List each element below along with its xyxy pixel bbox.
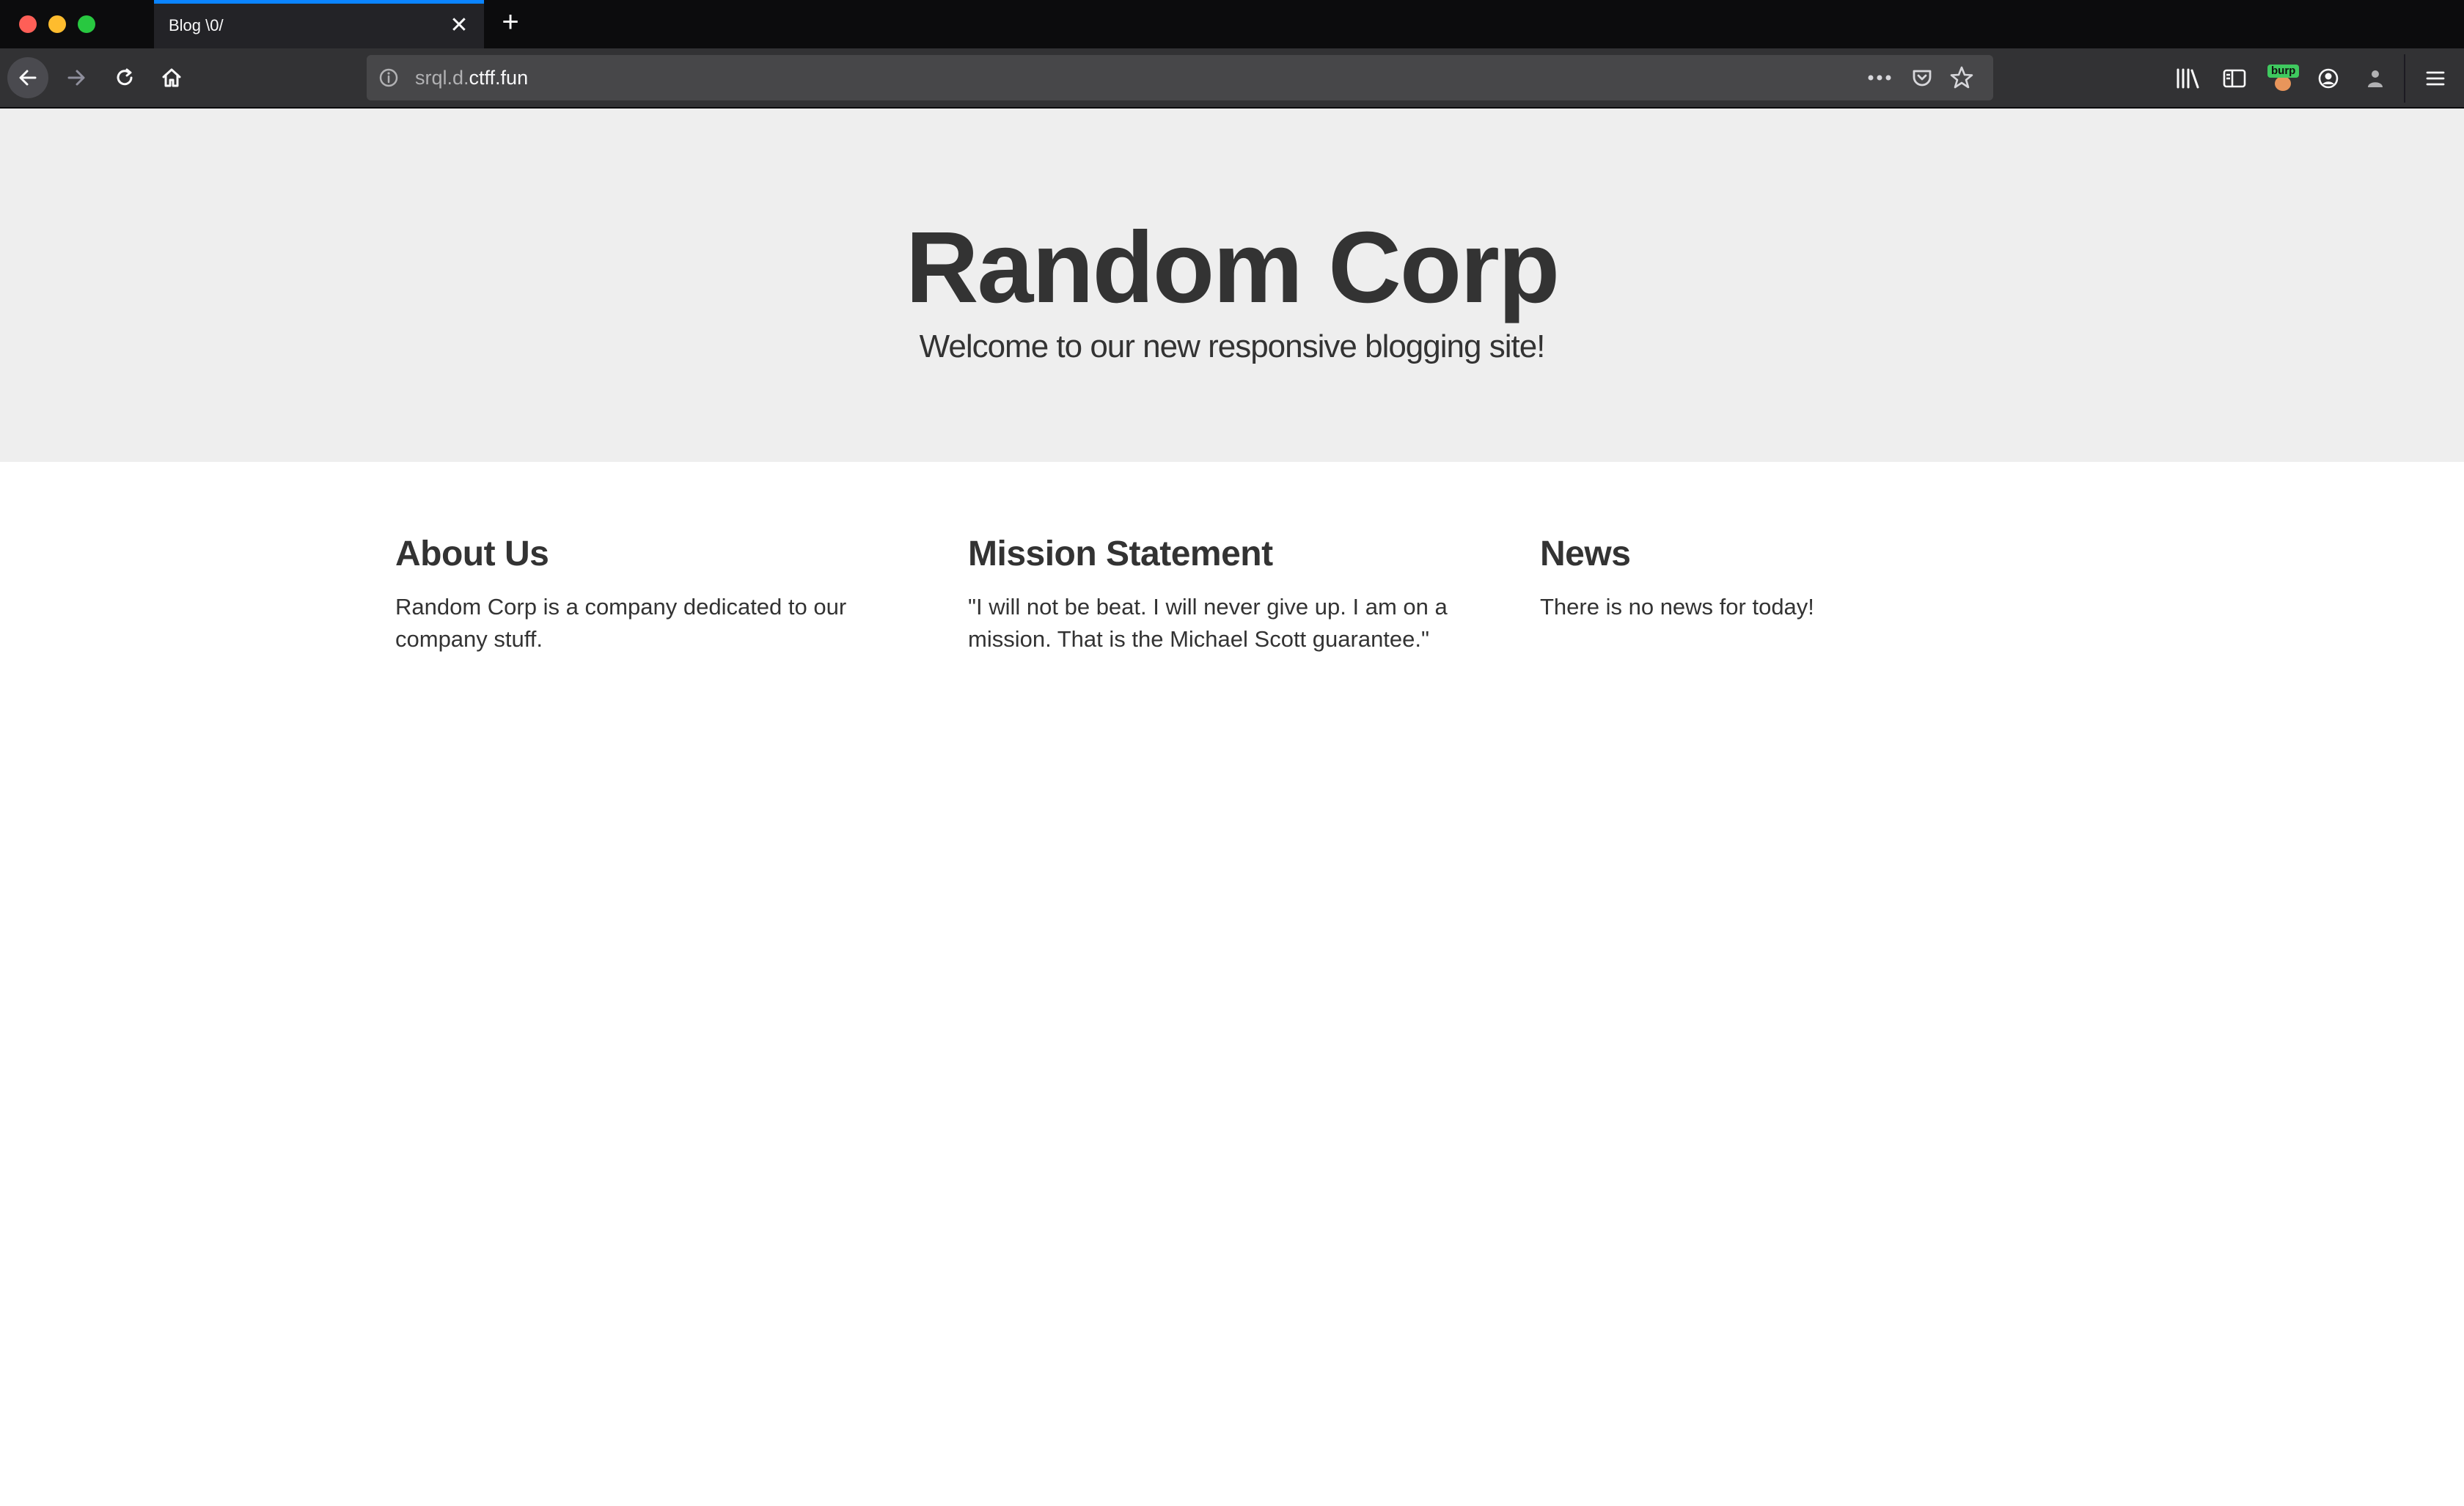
section-text: "I will not be beat. I will never give u… — [968, 594, 1448, 652]
page-subtitle: Welcome to our new responsive blogging s… — [919, 328, 1546, 364]
forward-arrow-icon — [67, 70, 85, 86]
close-window-button[interactable] — [19, 15, 37, 33]
page-actions-button[interactable] — [1866, 64, 1893, 92]
pocket-icon — [1913, 70, 1932, 87]
forward-button[interactable] — [56, 57, 97, 98]
reload-icon — [117, 68, 133, 86]
sidebar-icon — [2223, 69, 2246, 88]
burp-extension-button[interactable]: burp — [2265, 62, 2300, 95]
page-title: Random Corp — [905, 211, 1560, 324]
extension-icon — [2368, 70, 2383, 87]
mission-statement-section: Mission Statement "I will not be beat. I… — [968, 531, 1481, 655]
home-icon — [162, 68, 181, 87]
url-domain: ctff.fun — [469, 67, 529, 89]
section-heading: News — [1540, 535, 1631, 573]
sidebar-toggle-button[interactable] — [2218, 62, 2251, 95]
library-icon — [2177, 68, 2199, 89]
browser-tab-bar: Blog \0/ ✕ + — [0, 0, 2464, 48]
news-section: News There is no news for today! — [1540, 531, 2053, 623]
navigation-toolbar: srql.d.ctff.fun burp — [0, 48, 2464, 109]
back-arrow-icon — [19, 70, 37, 86]
library-button[interactable] — [2171, 62, 2204, 95]
tab-title: Blog \0/ — [169, 16, 224, 34]
toolbar-separator — [2404, 54, 2405, 103]
reload-button[interactable] — [104, 57, 145, 98]
bookmark-star-button[interactable] — [1948, 64, 1976, 92]
hero-banner: Random Corp Welcome to our new responsiv… — [0, 109, 2464, 462]
star-icon — [1950, 66, 1973, 89]
about-us-section: About Us Random Corp is a company dedica… — [395, 531, 909, 655]
menu-button[interactable] — [2419, 62, 2452, 95]
url-text[interactable]: srql.d.ctff.fun — [415, 67, 528, 89]
close-tab-icon[interactable]: ✕ — [447, 14, 471, 37]
url-bar[interactable]: srql.d.ctff.fun — [367, 55, 1993, 100]
extension-button[interactable] — [2358, 62, 2392, 95]
site-info-icon[interactable] — [377, 66, 400, 89]
minimize-window-button[interactable] — [48, 15, 66, 33]
burp-face-icon — [2275, 76, 2291, 91]
url-subdomain: srql.d. — [415, 67, 469, 89]
more-dots-icon — [1868, 75, 1891, 81]
section-heading: Mission Statement — [968, 535, 1273, 573]
account-button[interactable] — [2311, 62, 2345, 95]
new-tab-button[interactable]: + — [496, 7, 525, 37]
home-button[interactable] — [151, 57, 192, 98]
tab-active[interactable]: Blog \0/ ✕ — [154, 0, 484, 48]
account-icon — [2318, 68, 2339, 89]
section-text: Random Corp is a company dedicated to ou… — [395, 594, 847, 652]
back-button[interactable] — [7, 57, 48, 98]
burp-badge: burp — [2267, 65, 2300, 78]
section-heading: About Us — [395, 535, 549, 573]
hamburger-menu-icon — [2426, 71, 2445, 86]
pocket-button[interactable] — [1908, 64, 1936, 92]
section-text: There is no news for today! — [1540, 594, 1814, 620]
maximize-window-button[interactable] — [78, 15, 95, 33]
